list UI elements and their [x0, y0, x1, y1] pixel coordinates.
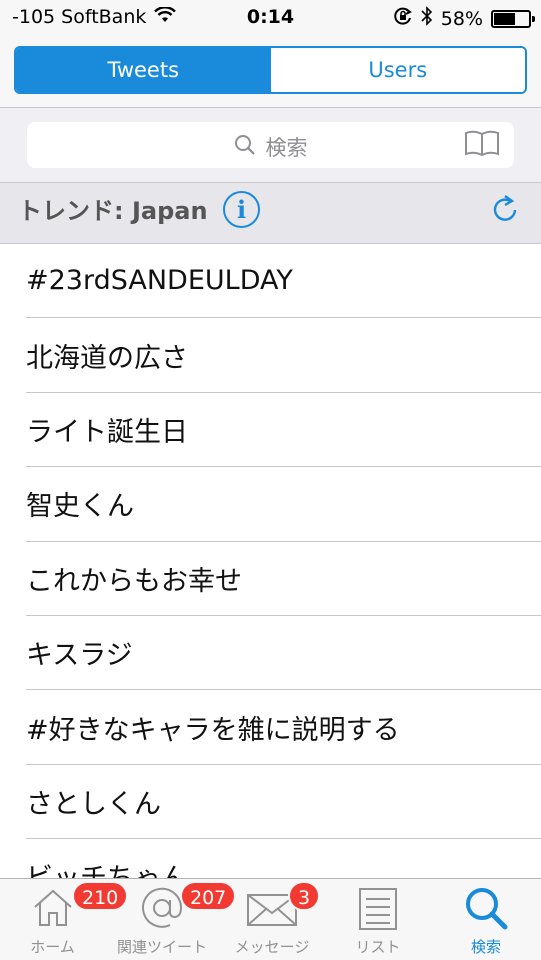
tab-home[interactable]: 210 ホーム: [0, 879, 129, 960]
trend-item[interactable]: さとしくん: [26, 765, 541, 840]
info-icon[interactable]: i: [223, 191, 260, 228]
trend-item[interactable]: ライト誕生日: [26, 393, 541, 468]
search-bar: 検索: [0, 108, 541, 182]
tab-messages[interactable]: 3 メッセージ: [218, 879, 326, 960]
bookmarks-icon[interactable]: [464, 130, 500, 164]
tab-search-label: 検索: [470, 938, 501, 956]
search-input[interactable]: 検索: [27, 122, 514, 168]
refresh-icon[interactable]: [491, 193, 519, 227]
tab-search[interactable]: 検索: [436, 879, 536, 960]
search-icon: [234, 134, 256, 161]
header: Tweets Users: [0, 36, 541, 108]
status-bar: -105 SoftBank 0:14 58%: [0, 0, 541, 36]
tweets-segment[interactable]: Tweets: [16, 48, 271, 92]
trends-title: トレンド: Japan: [18, 197, 208, 225]
home-icon: [31, 885, 75, 933]
bluetooth-icon: [421, 6, 433, 31]
messages-badge: 3: [288, 881, 321, 911]
trends-list: #23rdSANDEULDAY 北海道の広さ ライト誕生日 智史くん これからも…: [0, 244, 541, 878]
users-segment[interactable]: Users: [270, 48, 525, 92]
search-tab-icon: [463, 885, 509, 935]
search-placeholder: 検索: [265, 136, 308, 160]
battery-icon: [491, 9, 535, 28]
trend-item[interactable]: #好きなキャラを雑に説明する: [26, 690, 541, 765]
battery-percent: 58%: [440, 7, 483, 30]
rotation-lock-icon: [393, 6, 413, 31]
trend-item[interactable]: 智史くん: [26, 467, 541, 542]
tab-mentions-label: 関連ツイート: [116, 938, 207, 956]
trend-item[interactable]: #23rdSANDEULDAY: [26, 244, 541, 319]
tab-bar: 210 ホーム 207 関連ツイート 3 メッセージ リスト 検索: [0, 878, 541, 960]
list-icon: [358, 885, 398, 935]
tab-mentions[interactable]: 207 関連ツイート: [108, 879, 237, 960]
trend-item[interactable]: キスラジ: [26, 616, 541, 691]
trend-item[interactable]: ビッチちゃん: [26, 839, 541, 878]
tab-lists[interactable]: リスト: [328, 879, 428, 960]
tab-lists-label: リスト: [355, 938, 401, 956]
status-right: 58%: [393, 6, 535, 31]
trend-item[interactable]: 北海道の広さ: [26, 318, 541, 393]
segmented-control: Tweets Users: [14, 46, 527, 94]
at-icon: [139, 885, 185, 935]
trends-header: トレンド: Japan i: [0, 182, 541, 244]
tab-messages-label: メッセージ: [234, 938, 310, 956]
trend-item[interactable]: これからもお幸せ: [26, 542, 541, 616]
